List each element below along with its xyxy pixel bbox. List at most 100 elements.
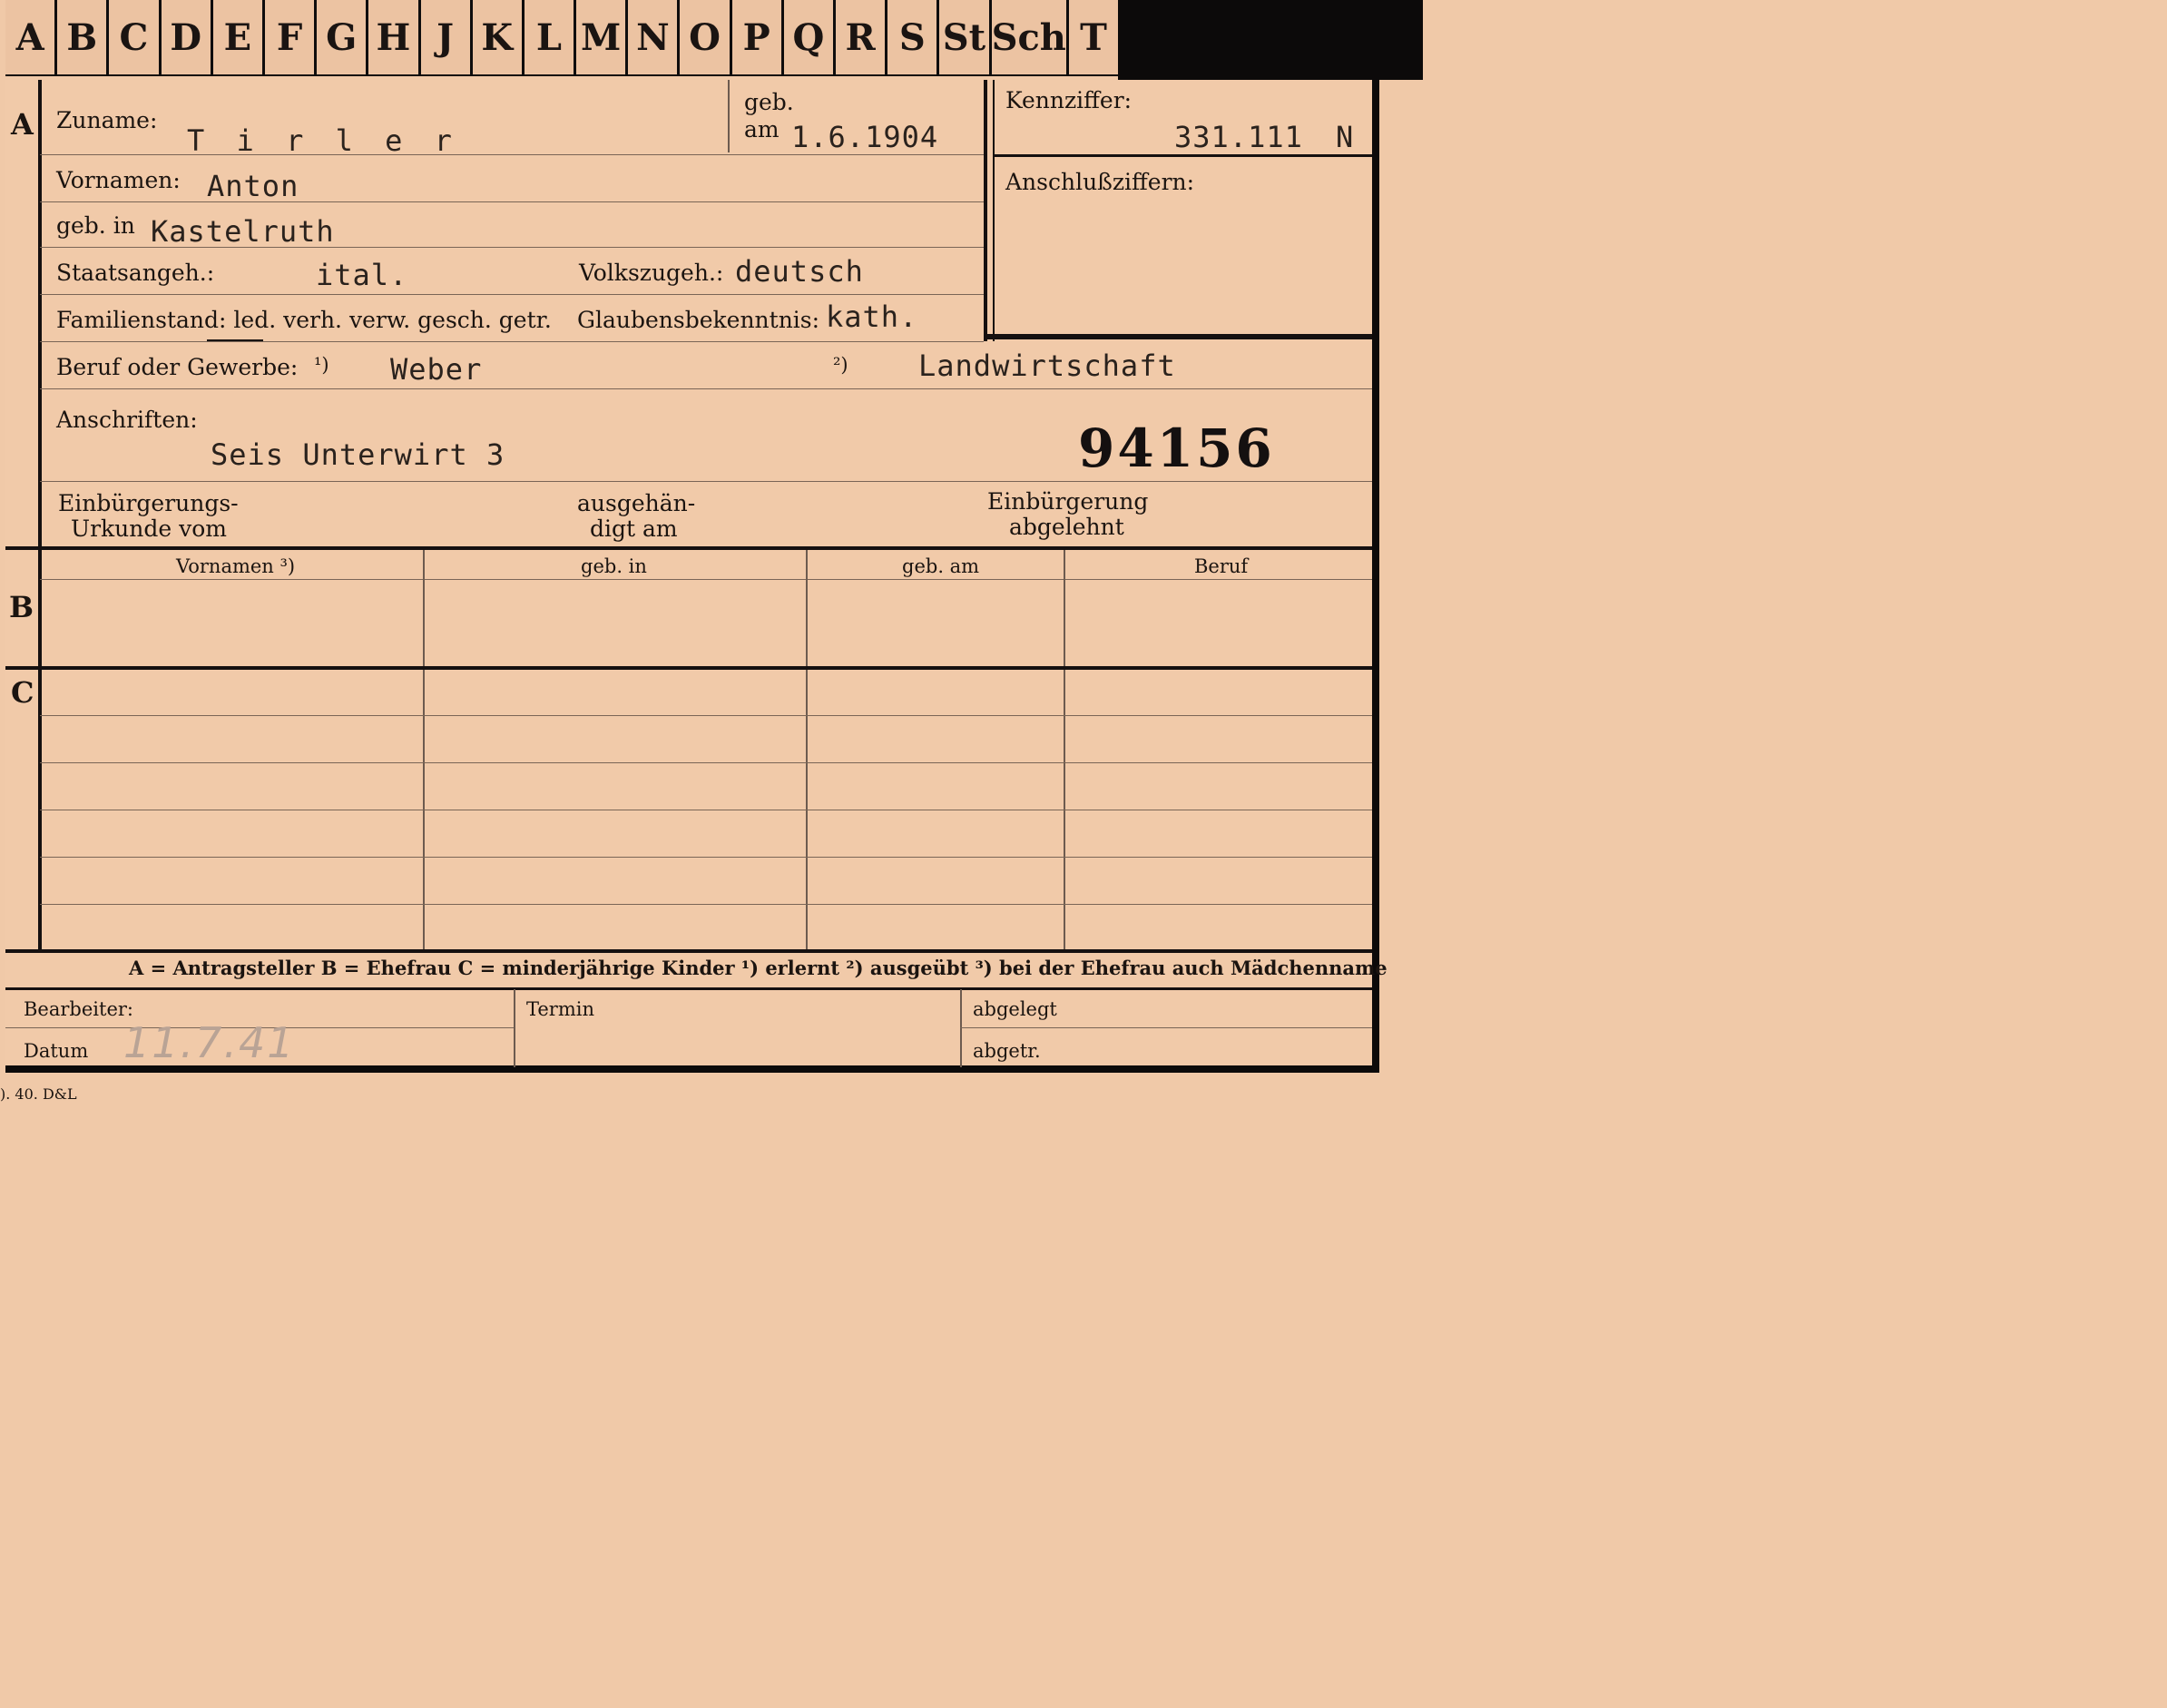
alphabet-tab: D	[161, 0, 213, 74]
vornamen-value: Anton	[207, 169, 299, 203]
alphabet-tab: H	[368, 0, 421, 74]
kennziffer-box-border-inner	[993, 80, 995, 341]
einbuergerungsurkunde-label-1: Einbürgerungs-	[58, 490, 239, 516]
table-header-geb-am: geb. am	[902, 555, 980, 577]
row-line	[40, 341, 984, 342]
termin-label: Termin	[526, 998, 594, 1020]
alphabet-tab: B	[57, 0, 110, 74]
einbuergerung-abgelehnt-label-2: abgelehnt	[1009, 514, 1124, 540]
registration-card: A Kennziffer: 331.111 N Anschlußziffern:…	[5, 80, 1387, 1073]
section-letter-b: B	[9, 590, 34, 624]
zuname-value: T i r l e r	[187, 123, 459, 158]
alphabet-tab: P	[731, 0, 784, 74]
ausgehaendigt-label-1: ausgehän-	[577, 490, 696, 516]
section-letter-c: C	[11, 675, 34, 710]
top-right-dark-area	[1118, 0, 1423, 80]
anschrift-value: Seis Unterwirt 3	[211, 437, 505, 472]
row-line	[40, 201, 984, 202]
alphabet-tab: C	[109, 0, 162, 74]
table-row-line	[40, 762, 1372, 763]
gebin-label: geb. in	[56, 212, 135, 239]
abgetragen-label: abgetr.	[973, 1040, 1041, 1062]
datum-label: Datum	[24, 1040, 89, 1062]
beruf-note-2: ²)	[833, 354, 848, 376]
beruf-erlernt-value: Weber	[390, 352, 483, 387]
geb-label: geb.	[744, 89, 794, 115]
row-line	[40, 388, 1372, 389]
alphabet-tab: M	[576, 0, 629, 74]
alphabet-tab: E	[212, 0, 265, 74]
bearbeiter-label: Bearbeiter:	[24, 998, 133, 1020]
row-line	[40, 294, 984, 295]
table-row-line	[40, 715, 1372, 716]
glaubensbekenntnis-label: Glaubensbekenntnis:	[577, 307, 820, 333]
kennziffer-divider	[993, 154, 1372, 157]
abgelegt-label: abgelegt	[973, 998, 1057, 1020]
footer-top-border	[5, 987, 1372, 990]
section-b-top-border	[5, 546, 1372, 550]
beruf-label: Beruf oder Gewerbe:	[56, 354, 299, 380]
table-column-divider	[806, 550, 808, 949]
alphabet-tab: Q	[783, 0, 836, 74]
alphabet-tab: L	[524, 0, 577, 74]
table-column-divider	[1064, 550, 1065, 949]
legend-top-border	[5, 949, 1372, 953]
glaubensbekenntnis-value: kath.	[826, 299, 918, 334]
section-letter-a: A	[11, 107, 34, 142]
vornamen-label: Vornamen:	[56, 167, 181, 193]
table-header-vornamen: Vornamen ³)	[176, 555, 296, 577]
zuname-label: Zuname:	[56, 107, 158, 133]
kennziffer-box-border	[984, 80, 987, 341]
kennziffer-suffix: N	[1336, 120, 1355, 154]
anschriften-label: Anschriften:	[56, 407, 198, 433]
alphabet-tab: S	[887, 0, 940, 74]
datum-handwritten-value: 11.7.41	[123, 1018, 296, 1067]
anschlussziffern-label: Anschlußziffern:	[1005, 169, 1195, 195]
ausgehaendigt-label-2: digt am	[590, 515, 678, 542]
kennziffer-box-bottom	[984, 334, 1372, 339]
table-row-line	[40, 904, 1372, 905]
alphabet-tab: N	[628, 0, 681, 74]
alphabet-index-tabs: A B C D E F G H J K L M N O P Q R S St Sch T	[5, 0, 1119, 76]
row-line	[40, 481, 1372, 482]
section-c-top-border	[5, 666, 1372, 670]
einbuergerungsurkunde-label-2: Urkunde vom	[71, 515, 227, 542]
table-column-divider	[423, 550, 425, 949]
table-row-line	[40, 857, 1372, 858]
alphabet-tab: Sch	[991, 0, 1069, 74]
stamp-number: 94156	[1078, 417, 1275, 479]
row-line	[40, 247, 984, 248]
staatsangehoerigkeit-value: ital.	[316, 258, 408, 292]
staatsangehoerigkeit-label: Staatsangeh.:	[56, 260, 215, 286]
volkszugehoerigkeit-value: deutsch	[735, 254, 864, 289]
alphabet-tab: K	[472, 0, 525, 74]
alphabet-tab: O	[680, 0, 732, 74]
table-header-geb-in: geb. in	[581, 555, 647, 577]
alphabet-tab: St	[939, 0, 992, 74]
alphabet-tab: R	[836, 0, 888, 74]
kennziffer-value: 331.111	[1174, 120, 1303, 154]
beruf-note-1: ¹)	[314, 354, 329, 376]
alphabet-tab: J	[420, 0, 473, 74]
table-header-line	[40, 579, 1372, 580]
alphabet-tab: F	[264, 0, 318, 74]
einbuergerung-abgelehnt-label-1: Einbürgerung	[987, 488, 1149, 515]
volkszugehoerigkeit-label: Volkszugeh.:	[579, 260, 724, 286]
footer-divider	[514, 989, 515, 1067]
geb-am-value: 1.6.1904	[791, 120, 939, 154]
gebin-value: Kastelruth	[151, 214, 335, 249]
print-code: ). 40. D&L	[0, 1085, 77, 1103]
legend: A = Antragsteller B = Ehefrau C = minder…	[129, 957, 1387, 979]
table-header-beruf: Beruf	[1194, 555, 1249, 577]
kennziffer-label: Kennziffer:	[1005, 87, 1133, 113]
familienstand-label: Familienstand: led. verh. verw. gesch. g…	[56, 307, 552, 333]
footer-divider	[960, 989, 962, 1067]
am-label: am	[744, 116, 780, 142]
beruf-ausgeuebt-value: Landwirtschaft	[918, 348, 1176, 383]
alphabet-tab: G	[317, 0, 369, 74]
alphabet-tab: T	[1068, 0, 1119, 74]
row-line	[40, 154, 984, 155]
alphabet-tab: A	[5, 0, 58, 74]
zuname-geb-divider	[728, 80, 730, 152]
section-column-divider	[38, 80, 42, 951]
